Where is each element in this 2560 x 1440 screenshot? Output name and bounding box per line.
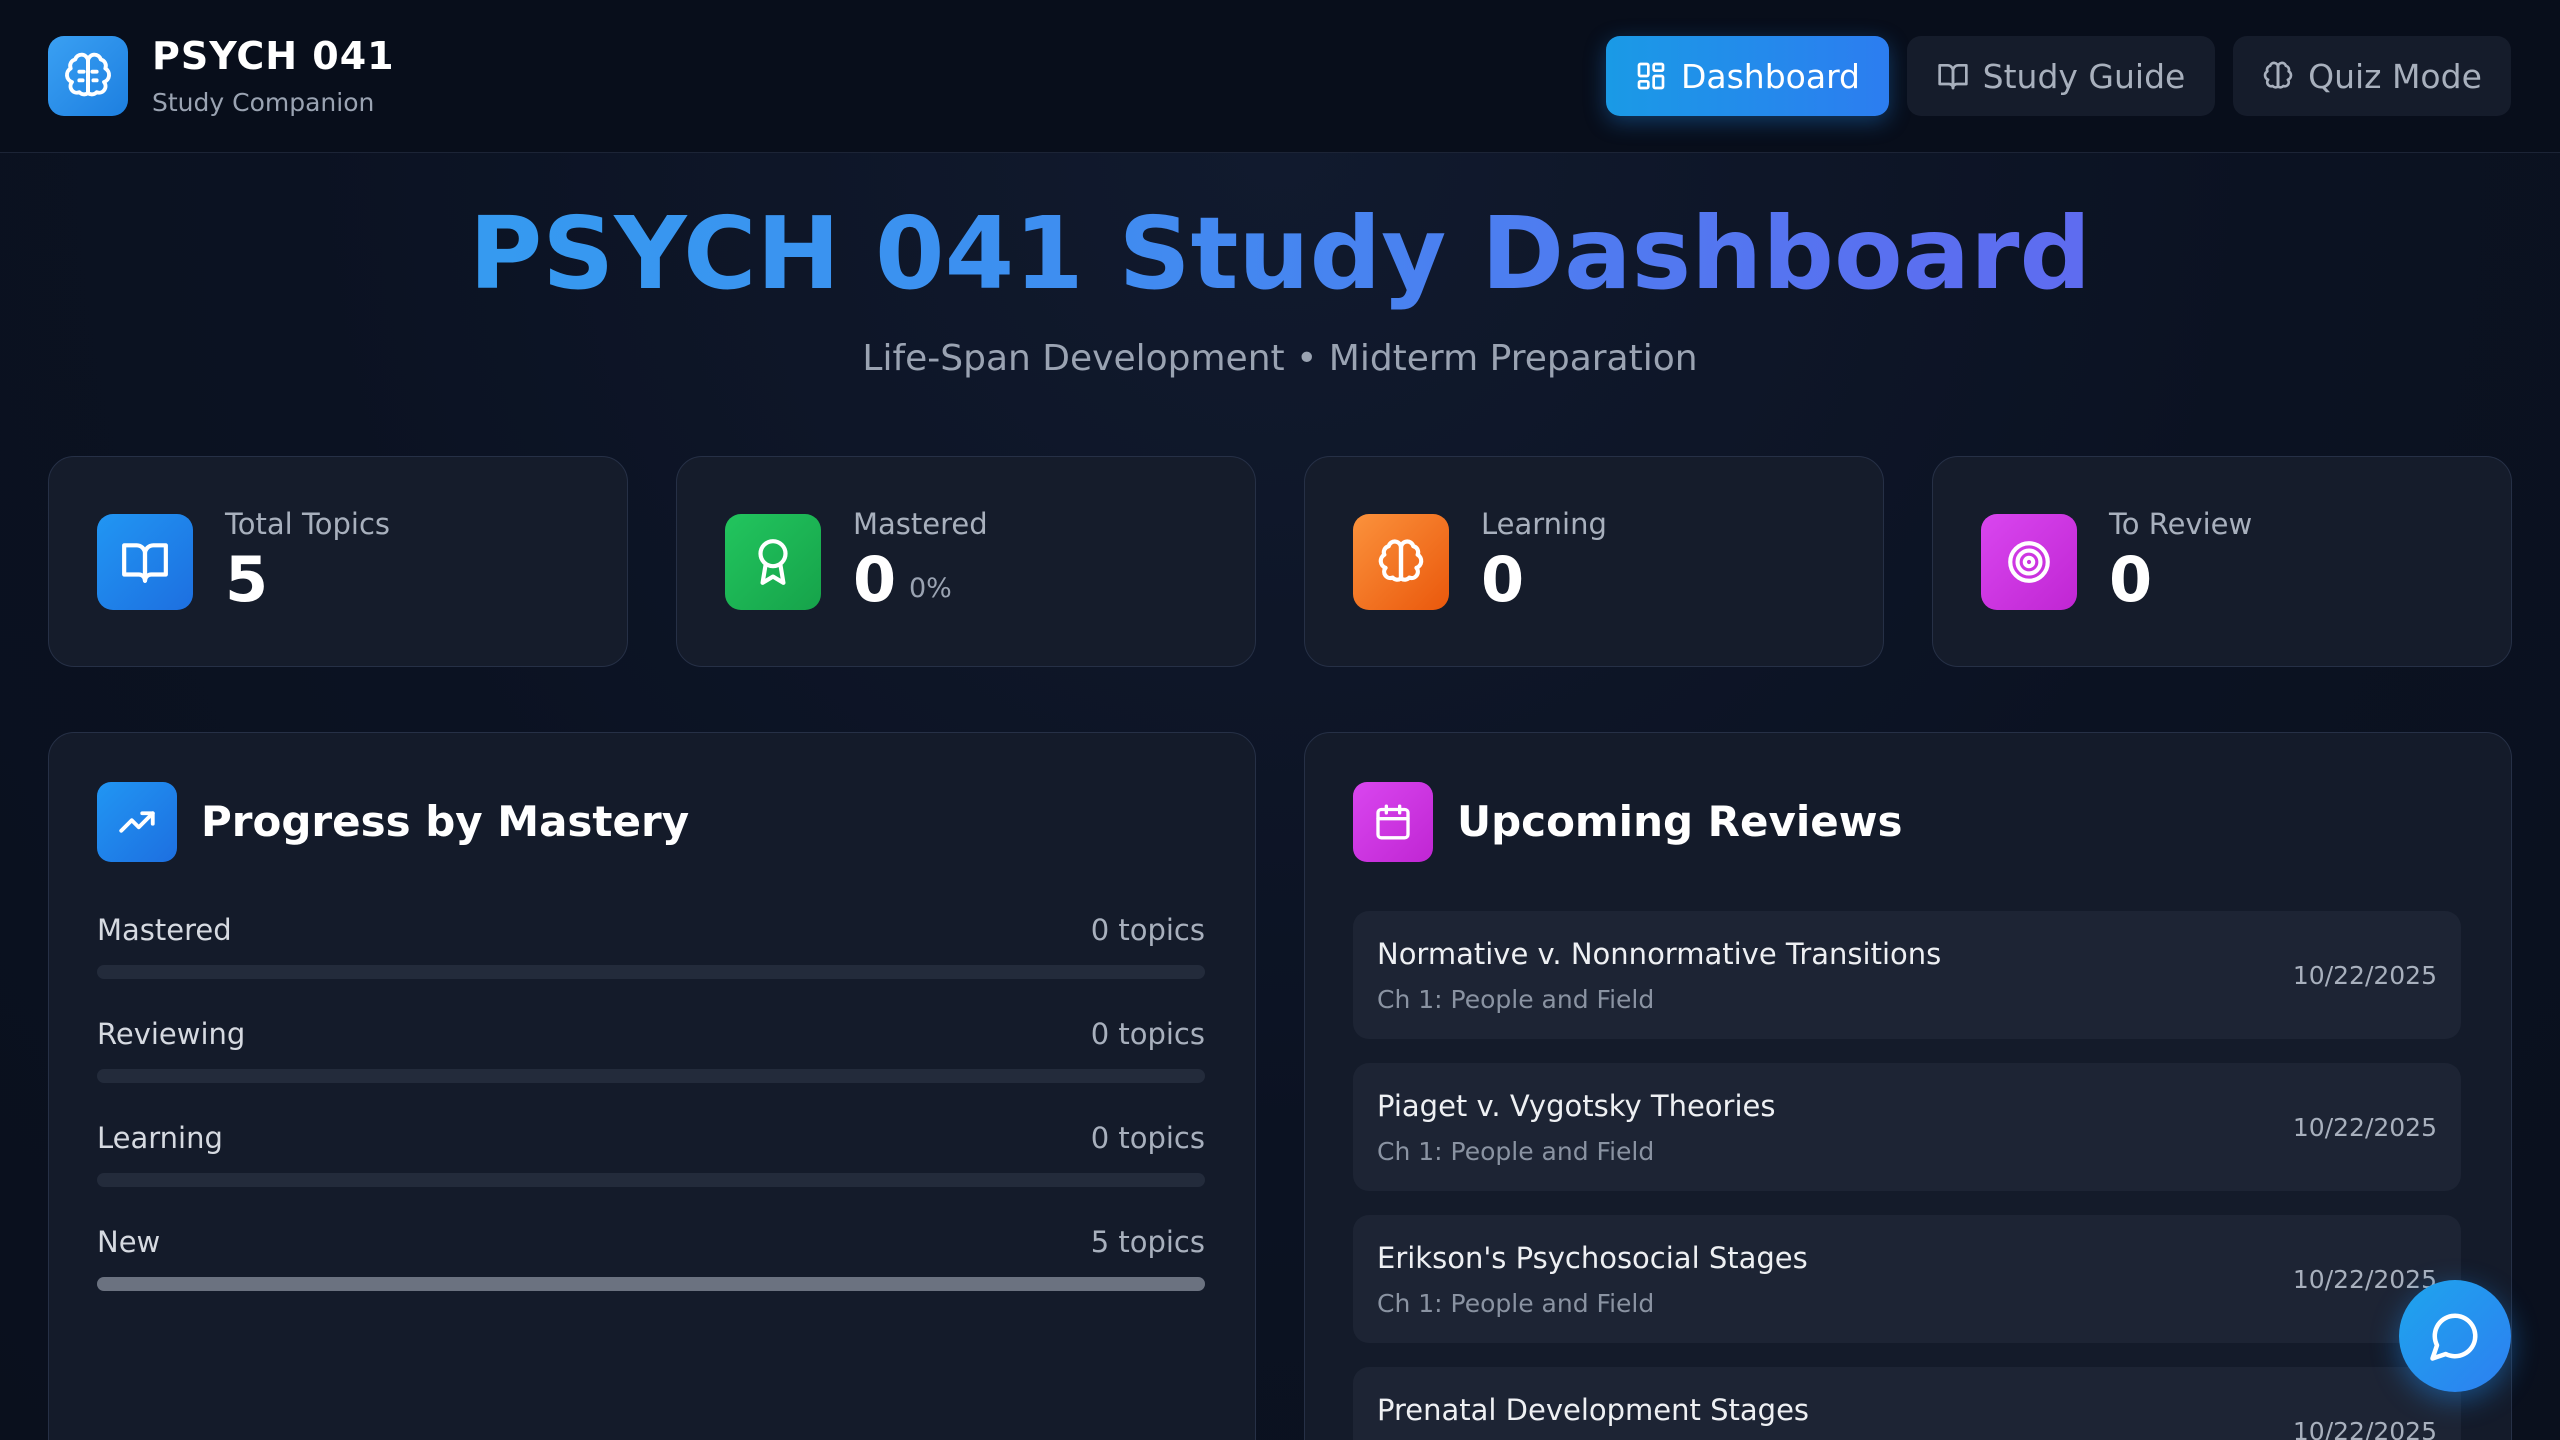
progress-track xyxy=(97,1173,1205,1187)
nav-dashboard-button[interactable]: Dashboard xyxy=(1606,36,1889,116)
app-header: PSYCH 041 Study Companion Dashboard Stud… xyxy=(0,0,2560,153)
nav-dashboard-label: Dashboard xyxy=(1680,56,1861,96)
calendar-icon xyxy=(1353,782,1433,862)
stat-card-total-topics: Total Topics 5 xyxy=(48,456,628,667)
progress-track xyxy=(97,965,1205,979)
upcoming-reviews-panel: Upcoming Reviews Normative v. Nonnormati… xyxy=(1304,732,2512,1440)
book-open-icon xyxy=(97,514,193,610)
award-icon xyxy=(725,514,821,610)
nav-quiz-mode-label: Quiz Mode xyxy=(2308,56,2482,96)
review-date: 10/22/2025 xyxy=(2292,1265,2437,1294)
grid-icon xyxy=(1637,62,1665,90)
review-date: 10/22/2025 xyxy=(2292,1113,2437,1142)
progress-track xyxy=(97,1277,1205,1291)
progress-label: Learning xyxy=(97,1121,223,1155)
stat-card-to-review: To Review 0 xyxy=(1932,456,2512,667)
progress-count: 0 topics xyxy=(1090,913,1205,947)
nav-study-guide-label: Study Guide xyxy=(1982,56,2186,96)
progress-panel-title: Progress by Mastery xyxy=(201,797,690,846)
progress-count: 0 topics xyxy=(1090,1121,1205,1155)
brain-icon xyxy=(48,36,128,116)
target-icon xyxy=(1981,514,2077,610)
review-title: Erikson's Psychosocial Stages xyxy=(1377,1241,1808,1275)
stat-card-learning: Learning 0 xyxy=(1304,456,1884,667)
review-item[interactable]: Prenatal Development Stages 10/22/2025 xyxy=(1353,1367,2461,1440)
chat-bubble-icon xyxy=(2430,1313,2478,1361)
review-date: 10/22/2025 xyxy=(2292,1417,2437,1440)
stat-label: Total Topics xyxy=(225,507,390,541)
review-title: Prenatal Development Stages xyxy=(1377,1393,1810,1427)
upcoming-reviews-title: Upcoming Reviews xyxy=(1457,797,1903,846)
progress-count: 0 topics xyxy=(1090,1017,1205,1051)
stat-label: To Review xyxy=(2109,507,2253,541)
stat-value: 0 xyxy=(2109,543,2153,616)
progress-panel: Progress by Mastery Mastered 0 topics Re… xyxy=(48,732,1256,1440)
review-chapter: Ch 1: People and Field xyxy=(1377,1289,1655,1318)
brain-icon xyxy=(1353,514,1449,610)
review-chapter: Ch 1: People and Field xyxy=(1377,1137,1655,1166)
review-title: Piaget v. Vygotsky Theories xyxy=(1377,1089,1776,1123)
progress-label: Reviewing xyxy=(97,1017,246,1051)
progress-row-new: New 5 topics xyxy=(97,1225,1205,1295)
stat-card-mastered: Mastered 0 0% xyxy=(676,456,1256,667)
book-open-icon xyxy=(1937,63,1968,90)
progress-row-reviewing: Reviewing 0 topics xyxy=(97,1017,1205,1087)
stat-percent: 0% xyxy=(909,573,952,604)
review-title: Normative v. Nonnormative Transitions xyxy=(1377,937,1942,971)
stat-label: Learning xyxy=(1481,507,1607,541)
brain-icon xyxy=(2263,61,2293,89)
brand-subtitle: Study Companion xyxy=(152,88,375,117)
brand-title: PSYCH 041 xyxy=(152,34,395,78)
progress-row-mastered: Mastered 0 topics xyxy=(97,913,1205,983)
chat-button[interactable] xyxy=(2399,1280,2511,1392)
nav-quiz-mode-button[interactable]: Quiz Mode xyxy=(2233,36,2511,116)
progress-count: 5 topics xyxy=(1090,1225,1205,1259)
review-item[interactable]: Normative v. Nonnormative Transitions Ch… xyxy=(1353,911,2461,1039)
progress-track xyxy=(97,1069,1205,1083)
stat-label: Mastered xyxy=(853,507,988,541)
review-chapter: Ch 1: People and Field xyxy=(1377,985,1655,1014)
nav-study-guide-button[interactable]: Study Guide xyxy=(1907,36,2215,116)
progress-label: New xyxy=(97,1225,161,1259)
trending-up-icon xyxy=(97,782,177,862)
review-date: 10/22/2025 xyxy=(2292,961,2437,990)
stat-value: 5 xyxy=(225,543,269,616)
review-item[interactable]: Piaget v. Vygotsky Theories Ch 1: People… xyxy=(1353,1063,2461,1191)
review-item[interactable]: Erikson's Psychosocial Stages Ch 1: Peop… xyxy=(1353,1215,2461,1343)
progress-fill xyxy=(97,1277,1205,1291)
progress-row-learning: Learning 0 topics xyxy=(97,1121,1205,1191)
stat-value: 0 xyxy=(853,543,897,616)
stat-value: 0 xyxy=(1481,543,1525,616)
page-subtitle: Life-Span Development • Midterm Preparat… xyxy=(862,338,1698,379)
page-title: PSYCH 041 Study Dashboard xyxy=(0,195,2560,312)
progress-label: Mastered xyxy=(97,913,232,947)
